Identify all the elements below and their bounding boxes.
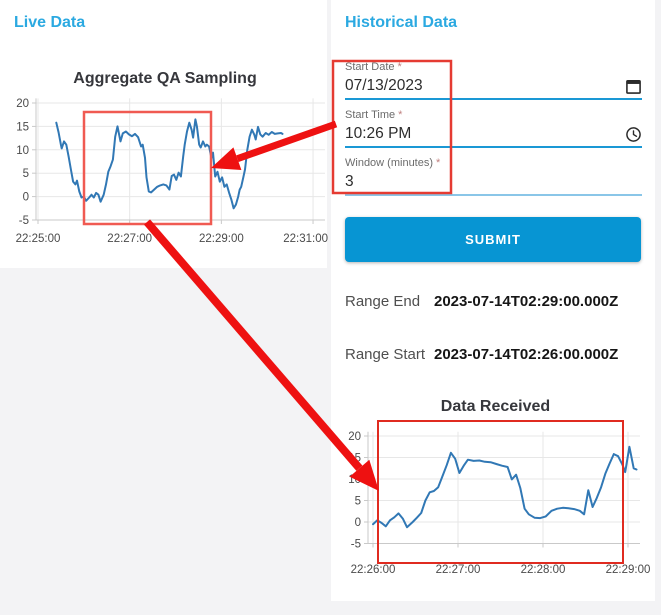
svg-text:15: 15 [16,121,29,133]
live-chart: 22:25:00 22:27:00 22:29:00 22:31:00 -5 0 5 10 15… [16,98,328,245]
live-data-header: Live Data [14,14,86,31]
clock-icon[interactable] [624,125,642,143]
svg-text:22:25:00: 22:25:00 [16,233,61,245]
svg-text:20: 20 [348,431,361,443]
svg-text:15: 15 [348,453,361,465]
historical-data-header: Historical Data [345,14,458,31]
start-time-input[interactable] [345,125,624,143]
data-received-chart: 22:26:00 22:27:00 22:28:00 22:29:00 -5 0 5 10 15… [348,431,651,576]
start-date-input[interactable] [345,77,624,95]
svg-text:0: 0 [23,192,29,204]
start-time-underline [345,146,642,148]
start-date-underline [345,98,642,100]
window-minutes-field: Window (minutes) * [345,156,642,196]
svg-text:0: 0 [355,517,361,529]
start-time-label: Start Time * [345,109,403,121]
start-date-field: Start Date * [345,60,642,100]
svg-text:22:27:00: 22:27:00 [436,564,481,576]
range-end-row: Range End 2023-07-14T02:29:00.000Z [345,293,642,310]
range-end-value: 2023-07-14T02:29:00.000Z [434,293,619,310]
svg-text:5: 5 [23,168,29,180]
start-time-field: Start Time * [345,108,642,148]
range-start-row: Range Start 2023-07-14T02:26:00.000Z [345,346,642,363]
calendar-icon[interactable] [624,77,642,95]
svg-text:10: 10 [348,474,361,486]
window-minutes-input[interactable] [345,173,642,191]
svg-text:22:26:00: 22:26:00 [351,564,396,576]
svg-text:5: 5 [355,496,361,508]
svg-text:20: 20 [16,98,29,110]
live-chart-title: Aggregate QA Sampling [73,70,257,87]
historical-form: Start Date* Start Time* [345,60,642,363]
window-minutes-label: Window (minutes) * [345,157,441,169]
svg-text:-5: -5 [19,215,29,227]
range-start-label: Range Start [345,346,426,363]
svg-text:22:29:00: 22:29:00 [199,233,244,245]
range-start-value: 2023-07-14T02:26:00.000Z [434,346,619,363]
svg-text:22:28:00: 22:28:00 [521,564,566,576]
submit-button[interactable]: SUBMIT [345,217,641,262]
svg-text:22:27:00: 22:27:00 [107,233,152,245]
svg-text:22:29:00: 22:29:00 [606,564,651,576]
start-date-label: Start Date * [345,61,402,73]
svg-text:22:31:00: 22:31:00 [283,233,328,245]
svg-text:10: 10 [16,145,29,157]
svg-text:-5: -5 [351,539,361,551]
range-end-label: Range End [345,293,421,310]
page: Live Data Historical Data Aggregate QA S… [0,0,661,615]
window-minutes-underline [345,194,642,196]
